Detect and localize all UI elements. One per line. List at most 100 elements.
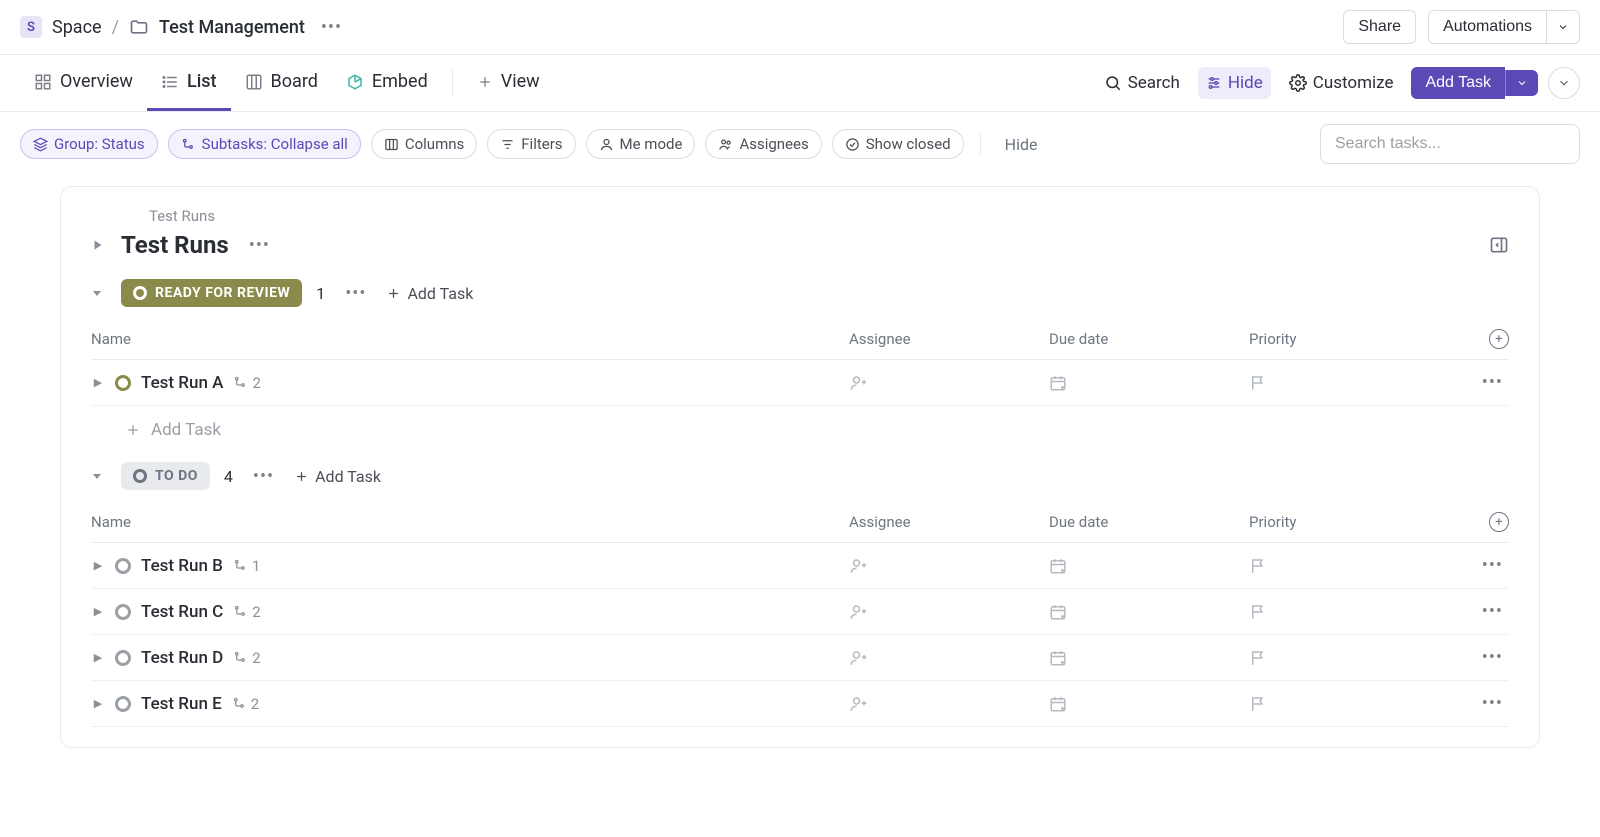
task-name[interactable]: Test Run D bbox=[141, 648, 223, 668]
task-more-icon[interactable]: ••• bbox=[1476, 555, 1509, 576]
group-add-task-button[interactable]: Add Task bbox=[386, 284, 473, 303]
task-row[interactable]: ▶ Test Run E 2 ••• bbox=[91, 681, 1509, 727]
col-due[interactable]: Due date bbox=[1049, 513, 1249, 531]
group-collapse-toggle[interactable] bbox=[91, 470, 107, 482]
task-status-dot[interactable] bbox=[115, 650, 131, 666]
hide-label: Hide bbox=[1228, 73, 1263, 93]
add-column-button[interactable]: + bbox=[1489, 329, 1509, 349]
task-row[interactable]: ▶ Test Run C 2 ••• bbox=[91, 589, 1509, 635]
breadcrumb-space[interactable]: Space bbox=[52, 17, 102, 38]
add-task-dropdown[interactable] bbox=[1505, 70, 1538, 96]
space-badge[interactable]: S bbox=[20, 16, 42, 38]
due-date-icon[interactable] bbox=[1049, 557, 1249, 575]
subtask-count[interactable]: 2 bbox=[233, 603, 260, 621]
task-more-icon[interactable]: ••• bbox=[1476, 647, 1509, 668]
expand-subtasks-icon[interactable]: ▶ bbox=[91, 605, 105, 618]
automations-button[interactable]: Automations bbox=[1428, 10, 1547, 44]
priority-flag-icon[interactable] bbox=[1249, 557, 1449, 575]
priority-flag-icon[interactable] bbox=[1249, 603, 1449, 621]
due-date-icon[interactable] bbox=[1049, 603, 1249, 621]
task-status-dot[interactable] bbox=[115, 696, 131, 712]
assignee-add-icon[interactable] bbox=[849, 557, 1049, 575]
section-collapse-toggle[interactable] bbox=[91, 238, 107, 252]
group-pill[interactable]: Group: Status bbox=[20, 129, 158, 159]
col-priority[interactable]: Priority bbox=[1249, 330, 1449, 348]
add-column-button[interactable]: + bbox=[1489, 512, 1509, 532]
due-date-icon[interactable] bbox=[1049, 649, 1249, 667]
add-task-button[interactable]: Add Task bbox=[1411, 67, 1505, 99]
expand-subtasks-icon[interactable]: ▶ bbox=[91, 697, 105, 710]
subtask-count[interactable]: 2 bbox=[233, 374, 260, 392]
section-title[interactable]: Test Runs bbox=[121, 231, 229, 259]
view-board[interactable]: Board bbox=[231, 55, 332, 111]
subtasks-label: Subtasks: Collapse all bbox=[202, 135, 348, 153]
col-name[interactable]: Name bbox=[91, 513, 849, 531]
due-date-icon[interactable] bbox=[1049, 374, 1249, 392]
task-more-icon[interactable]: ••• bbox=[1476, 372, 1509, 393]
more-options-button[interactable] bbox=[1548, 67, 1580, 99]
section-more-icon[interactable]: ••• bbox=[243, 235, 276, 256]
subtask-count[interactable]: 1 bbox=[233, 557, 260, 575]
assignee-add-icon[interactable] bbox=[849, 374, 1049, 392]
filters-pill[interactable]: Filters bbox=[487, 129, 575, 159]
priority-flag-icon[interactable] bbox=[1249, 374, 1449, 392]
task-more-icon[interactable]: ••• bbox=[1476, 693, 1509, 714]
priority-flag-icon[interactable] bbox=[1249, 649, 1449, 667]
breadcrumb-folder[interactable]: Test Management bbox=[159, 17, 305, 38]
inline-add-task[interactable]: Add Task bbox=[91, 406, 1509, 444]
breadcrumb-more-icon[interactable]: ••• bbox=[315, 17, 348, 38]
group-add-task-button[interactable]: Add Task bbox=[294, 467, 381, 486]
col-name[interactable]: Name bbox=[91, 330, 849, 348]
search-action[interactable]: Search bbox=[1096, 67, 1188, 99]
task-status-dot[interactable] bbox=[115, 604, 131, 620]
task-row[interactable]: ▶ Test Run B 1 ••• bbox=[91, 543, 1509, 589]
col-due[interactable]: Due date bbox=[1049, 330, 1249, 348]
subtask-count[interactable]: 2 bbox=[233, 649, 260, 667]
assignee-add-icon[interactable] bbox=[849, 649, 1049, 667]
task-name[interactable]: Test Run A bbox=[141, 373, 223, 393]
col-assignee[interactable]: Assignee bbox=[849, 330, 1049, 348]
col-assignee[interactable]: Assignee bbox=[849, 513, 1049, 531]
share-button[interactable]: Share bbox=[1343, 10, 1416, 44]
priority-flag-icon[interactable] bbox=[1249, 695, 1449, 713]
view-list[interactable]: List bbox=[147, 55, 231, 111]
task-status-dot[interactable] bbox=[115, 375, 131, 391]
collapse-panel-icon[interactable] bbox=[1489, 235, 1509, 255]
expand-subtasks-icon[interactable]: ▶ bbox=[91, 376, 105, 389]
person-icon bbox=[599, 137, 614, 152]
assignees-pill[interactable]: Assignees bbox=[705, 129, 821, 159]
view-overview[interactable]: Overview bbox=[20, 55, 147, 111]
assignee-add-icon[interactable] bbox=[849, 695, 1049, 713]
status-badge[interactable]: TO DO bbox=[121, 462, 210, 490]
subtasks-pill[interactable]: Subtasks: Collapse all bbox=[168, 129, 361, 159]
automations-dropdown[interactable] bbox=[1547, 10, 1580, 44]
expand-subtasks-icon[interactable]: ▶ bbox=[91, 651, 105, 664]
view-embed[interactable]: Embed bbox=[332, 55, 442, 111]
customize-action[interactable]: Customize bbox=[1281, 67, 1402, 99]
status-badge[interactable]: READY FOR REVIEW bbox=[121, 279, 302, 307]
task-more-icon[interactable]: ••• bbox=[1476, 601, 1509, 622]
status-label: TO DO bbox=[155, 468, 198, 484]
col-priority[interactable]: Priority bbox=[1249, 513, 1449, 531]
search-input[interactable] bbox=[1320, 124, 1580, 164]
me-mode-pill[interactable]: Me mode bbox=[586, 129, 696, 159]
list-breadcrumb[interactable]: Test Runs bbox=[149, 207, 1509, 225]
group-more-icon[interactable]: ••• bbox=[339, 283, 372, 304]
columns-pill[interactable]: Columns bbox=[371, 129, 477, 159]
task-row[interactable]: ▶ Test Run A 2 ••• bbox=[91, 360, 1509, 406]
hide-action[interactable]: Hide bbox=[1198, 67, 1271, 99]
task-status-dot[interactable] bbox=[115, 558, 131, 574]
subtask-count[interactable]: 2 bbox=[232, 695, 259, 713]
hide-filters-link[interactable]: Hide bbox=[997, 135, 1046, 154]
task-row[interactable]: ▶ Test Run D 2 ••• bbox=[91, 635, 1509, 681]
group-collapse-toggle[interactable] bbox=[91, 287, 107, 299]
task-name[interactable]: Test Run E bbox=[141, 694, 222, 714]
task-name[interactable]: Test Run C bbox=[141, 602, 223, 622]
task-name[interactable]: Test Run B bbox=[141, 556, 223, 576]
expand-subtasks-icon[interactable]: ▶ bbox=[91, 559, 105, 572]
show-closed-pill[interactable]: Show closed bbox=[832, 129, 964, 159]
due-date-icon[interactable] bbox=[1049, 695, 1249, 713]
add-view-button[interactable]: View bbox=[463, 55, 554, 111]
assignee-add-icon[interactable] bbox=[849, 603, 1049, 621]
group-more-icon[interactable]: ••• bbox=[247, 466, 280, 487]
